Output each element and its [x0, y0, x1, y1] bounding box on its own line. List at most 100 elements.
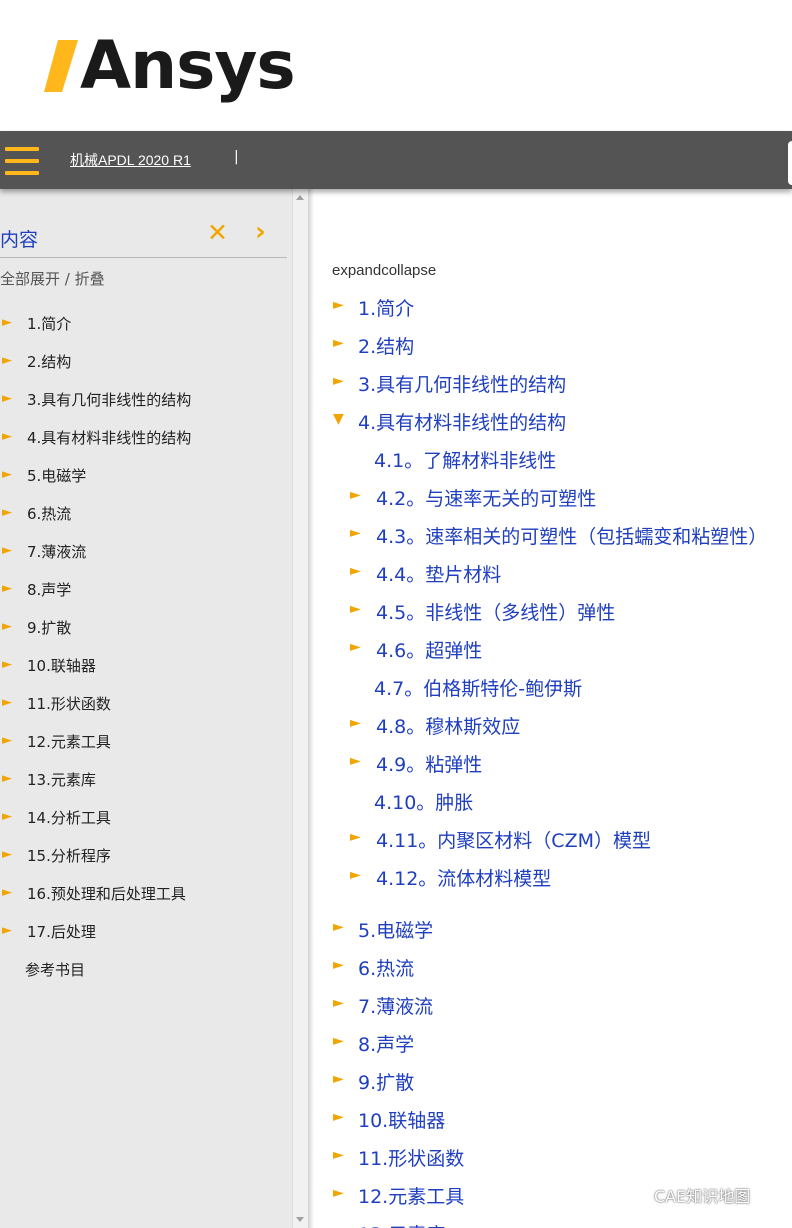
triangle-right-icon[interactable]: ► — [2, 543, 12, 558]
sidebar-item[interactable]: ► 4.具有材料非线性的结构 — [0, 419, 292, 457]
tree-node-label[interactable]: 4.1。了解材料非线性 — [374, 446, 556, 473]
tree-node-label[interactable]: 8.声学 — [358, 1030, 414, 1057]
tree-node[interactable]: ► 6.热流 — [314, 947, 792, 985]
tree-subnode[interactable]: ► 4.2。与速率无关的可塑性 — [314, 477, 792, 515]
triangle-right-icon[interactable]: ► — [350, 487, 361, 503]
tree-subnode[interactable]: ► 4.12。流体材料模型 — [314, 857, 792, 895]
expandcollapse-link[interactable]: expandcollapse — [332, 262, 436, 279]
tree-node-label[interactable]: 1.简介 — [358, 294, 414, 321]
triangle-right-icon[interactable]: ► — [333, 1033, 344, 1049]
tree-node-label[interactable]: 11.形状函数 — [358, 1144, 464, 1171]
triangle-right-icon[interactable]: ► — [2, 467, 12, 482]
expand-collapse-all-link[interactable]: 全部展开 / 折叠 — [0, 268, 105, 289]
tree-subnode[interactable]: ► 4.4。垫片材料 — [314, 553, 792, 591]
sidebar-item[interactable]: ► 9.扩散 — [0, 609, 292, 647]
tree-node-label[interactable]: 9.扩散 — [358, 1068, 414, 1095]
chevron-right-icon[interactable]: › — [255, 219, 266, 245]
triangle-right-icon[interactable]: ► — [350, 639, 361, 655]
tree-node-label[interactable]: 4.7。伯格斯特伦-鲍伊斯 — [374, 674, 582, 701]
tree-node[interactable]: ► 7.薄液流 — [314, 985, 792, 1023]
tree-node[interactable]: ► 1.简介 — [314, 287, 792, 325]
tree-node-label[interactable]: 4.6。超弹性 — [376, 636, 482, 663]
triangle-right-icon[interactable]: ► — [333, 1185, 344, 1201]
sidebar-item[interactable]: ► 11.形状函数 — [0, 685, 292, 723]
sidebar-item[interactable]: ► 5.电磁学 — [0, 457, 292, 495]
sidebar-item[interactable]: ► 7.薄液流 — [0, 533, 292, 571]
triangle-right-icon[interactable]: ► — [2, 619, 12, 634]
tree-subnode[interactable]: ► 4.11。内聚区材料（CZM）模型 — [314, 819, 792, 857]
tree-node-label[interactable]: 6.热流 — [358, 954, 414, 981]
sidebar-item[interactable]: 参考书目 — [0, 951, 292, 989]
triangle-right-icon[interactable]: ► — [350, 715, 361, 731]
tree-node[interactable]: ► 9.扩散 — [314, 1061, 792, 1099]
search-box-edge[interactable] — [788, 141, 792, 185]
scroll-down-icon[interactable] — [296, 1217, 304, 1222]
tree-subnode[interactable]: ► 4.6。超弹性 — [314, 629, 792, 667]
tree-node-label[interactable]: 4.3。速率相关的可塑性（包括蠕变和粘塑性） — [376, 522, 767, 549]
tree-node-label[interactable]: 4.4。垫片材料 — [376, 560, 501, 587]
tree-node-label[interactable]: 2.结构 — [358, 332, 414, 359]
triangle-right-icon[interactable]: ► — [333, 373, 344, 389]
tree-subnode[interactable]: ► 4.8。穆林斯效应 — [314, 705, 792, 743]
tree-node[interactable]: ▼ 4.具有材料非线性的结构 — [314, 401, 792, 439]
triangle-right-icon[interactable]: ► — [2, 505, 12, 520]
tree-node-label[interactable]: 4.11。内聚区材料（CZM）模型 — [376, 826, 651, 853]
triangle-right-icon[interactable]: ► — [2, 581, 12, 596]
triangle-right-icon[interactable]: ► — [2, 315, 12, 330]
tree-subnode[interactable]: 4.7。伯格斯特伦-鲍伊斯 — [314, 667, 792, 705]
triangle-right-icon[interactable]: ► — [2, 885, 12, 900]
triangle-right-icon[interactable]: ► — [333, 1223, 344, 1228]
tree-node-label[interactable]: 4.具有材料非线性的结构 — [358, 408, 566, 435]
tree-node-label[interactable]: 4.12。流体材料模型 — [376, 864, 551, 891]
triangle-right-icon[interactable]: ► — [2, 809, 12, 824]
triangle-right-icon[interactable]: ► — [2, 429, 12, 444]
triangle-right-icon[interactable]: ► — [333, 919, 344, 935]
tree-node-label[interactable]: 4.8。穆林斯效应 — [376, 712, 520, 739]
triangle-right-icon[interactable]: ► — [350, 525, 361, 541]
tree-node-label[interactable]: 3.具有几何非线性的结构 — [358, 370, 566, 397]
tree-subnode[interactable]: 4.10。肿胀 — [314, 781, 792, 819]
triangle-right-icon[interactable]: ► — [333, 1071, 344, 1087]
triangle-right-icon[interactable]: ► — [333, 335, 344, 351]
tree-subnode[interactable]: 4.1。了解材料非线性 — [314, 439, 792, 477]
triangle-right-icon[interactable]: ► — [2, 771, 12, 786]
triangle-right-icon[interactable]: ► — [2, 353, 12, 368]
sidebar-item[interactable]: ► 8.声学 — [0, 571, 292, 609]
hamburger-menu-icon[interactable] — [5, 147, 39, 175]
sidebar-item[interactable]: ► 6.热流 — [0, 495, 292, 533]
triangle-right-icon[interactable]: ► — [333, 1147, 344, 1163]
tree-node-label[interactable]: 10.联轴器 — [358, 1106, 445, 1133]
triangle-right-icon[interactable]: ► — [2, 847, 12, 862]
triangle-right-icon[interactable]: ► — [333, 297, 344, 313]
sidebar-item[interactable]: ► 13.元素库 — [0, 761, 292, 799]
sidebar-item[interactable]: ► 12.元素工具 — [0, 723, 292, 761]
sidebar-item[interactable]: ► 1.简介 — [0, 305, 292, 343]
sidebar-scrollbar[interactable] — [292, 189, 308, 1228]
tree-node[interactable]: ► 13.元素库 — [314, 1213, 792, 1228]
tree-node[interactable]: ► 5.电磁学 — [314, 909, 792, 947]
sidebar-item[interactable]: ► 14.分析工具 — [0, 799, 292, 837]
triangle-right-icon[interactable]: ► — [2, 733, 12, 748]
sidebar-item[interactable]: ► 3.具有几何非线性的结构 — [0, 381, 292, 419]
triangle-right-icon[interactable]: ► — [333, 995, 344, 1011]
tree-node-label[interactable]: 4.10。肿胀 — [374, 788, 473, 815]
sidebar-item[interactable]: ► 16.预处理和后处理工具 — [0, 875, 292, 913]
triangle-right-icon[interactable]: ► — [333, 957, 344, 973]
tree-subnode[interactable]: ► 4.5。非线性（多线性）弹性 — [314, 591, 792, 629]
triangle-down-icon[interactable]: ▼ — [333, 411, 344, 427]
tree-node-label[interactable]: 12.元素工具 — [358, 1182, 464, 1209]
scroll-up-icon[interactable] — [296, 195, 304, 200]
tree-node-label[interactable]: 4.5。非线性（多线性）弹性 — [376, 598, 615, 625]
ansys-logo[interactable]: Ansys — [44, 28, 296, 104]
tree-node[interactable]: ► 8.声学 — [314, 1023, 792, 1061]
tree-node-label[interactable]: 4.9。粘弹性 — [376, 750, 482, 777]
triangle-right-icon[interactable]: ► — [350, 563, 361, 579]
tree-subnode[interactable]: ► 4.9。粘弹性 — [314, 743, 792, 781]
tree-node-label[interactable]: 5.电磁学 — [358, 916, 433, 943]
triangle-right-icon[interactable]: ► — [2, 923, 12, 938]
tree-node[interactable]: ► 3.具有几何非线性的结构 — [314, 363, 792, 401]
tree-subnode[interactable]: ► 4.3。速率相关的可塑性（包括蠕变和粘塑性） — [314, 515, 792, 553]
triangle-right-icon[interactable]: ► — [2, 657, 12, 672]
triangle-right-icon[interactable]: ► — [350, 829, 361, 845]
triangle-right-icon[interactable]: ► — [350, 601, 361, 617]
